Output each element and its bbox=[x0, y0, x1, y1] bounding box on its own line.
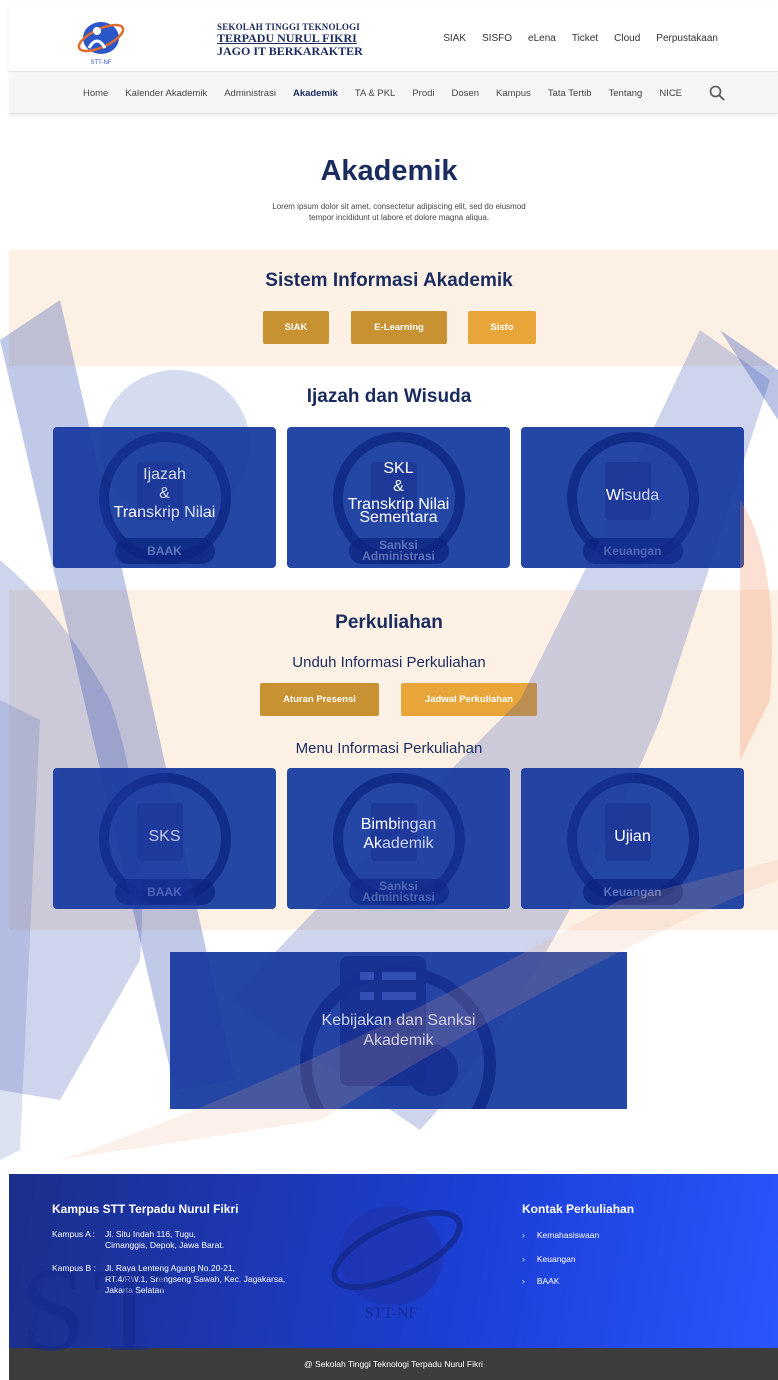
sisfo-button[interactable]: Sisfo bbox=[468, 311, 536, 344]
top-link-sisfo[interactable]: SISFO bbox=[482, 33, 512, 44]
chevron-right-icon: › bbox=[522, 1254, 525, 1264]
kebijakan-label: Kebijakan dan Sanksi Akademik bbox=[170, 952, 627, 1109]
card-wisuda[interactable]: Keuangan Wisuda bbox=[521, 427, 744, 568]
card-sks[interactable]: BAAK SKS bbox=[53, 768, 276, 909]
card-label-line: Wisuda bbox=[605, 487, 660, 504]
card-label: Ujian bbox=[521, 768, 744, 909]
nav-item-dosen[interactable]: Dosen bbox=[452, 88, 479, 99]
copyright-text: @ Sekolah Tinggi Teknologi Terpadu Nurul… bbox=[304, 1359, 483, 1369]
card-label-line: Ujian bbox=[614, 828, 651, 845]
contact-link-keuangan[interactable]: › Keuangan bbox=[522, 1254, 576, 1264]
nav-links: Home Kalender Akademik Administrasi Akad… bbox=[83, 88, 682, 99]
card-label-line: Bimbingan bbox=[360, 815, 437, 833]
footer-campus-title: Kampus STT Terpadu Nurul Fikri bbox=[52, 1202, 239, 1216]
top-links: SIAK SISFO eLena Ticket Cloud Perpustaka… bbox=[443, 33, 718, 44]
footer-watermark-letters: ST bbox=[20, 1243, 173, 1376]
contact-link-baak[interactable]: › BAAK bbox=[522, 1276, 560, 1286]
card-ujian[interactable]: Keuangan Ujian bbox=[521, 768, 744, 909]
card-ijazah-transkrip[interactable]: BAAK Ijazah & Transkrip Nilai bbox=[53, 427, 276, 568]
school-name: SEKOLAH TINGGI TEKNOLOGI TERPADU NURUL F… bbox=[217, 22, 363, 59]
sia-title: Sistem Informasi Akademik bbox=[265, 270, 513, 291]
contact-label: BAAK bbox=[536, 1276, 560, 1286]
page-subtitle: Lorem ipsum dolor sit amet, consectetur … bbox=[272, 202, 526, 222]
nav-item-kalender-akademik[interactable]: Kalender Akademik bbox=[125, 88, 207, 99]
perkuliahan-title: Perkuliahan bbox=[335, 612, 443, 633]
campus-a-key: Kampus A : bbox=[52, 1229, 95, 1239]
logo-text: STT-NF bbox=[91, 60, 112, 66]
card-label-line: Transkrip Nilai bbox=[113, 504, 216, 521]
school-tagline: JAGO IT BERKARAKTER bbox=[217, 44, 363, 59]
search-icon[interactable] bbox=[709, 85, 725, 101]
card-skl-transkrip-sementara[interactable]: Sanksi Administrasi SKL & Transkrip Nila… bbox=[287, 427, 510, 568]
e-learning-button[interactable]: E-Learning bbox=[351, 311, 447, 344]
card-label: Ijazah & Transkrip Nilai bbox=[53, 427, 276, 568]
card-label: Wisuda bbox=[521, 427, 744, 568]
nav-item-administrasi[interactable]: Administrasi bbox=[224, 88, 276, 99]
card-label-line: Ijazah bbox=[143, 466, 186, 483]
card-label: SKL & Transkrip Nilai Sementara bbox=[287, 427, 510, 568]
contact-label: Keuangan bbox=[536, 1254, 576, 1264]
card-label: SKS bbox=[53, 768, 276, 909]
footer-logo-watermark: STT-NF bbox=[331, 1206, 463, 1322]
sia-section bbox=[9, 250, 778, 366]
menu-informasi-title: Menu Informasi Perkuliahan bbox=[295, 740, 483, 757]
top-link-ticket[interactable]: Ticket bbox=[572, 33, 598, 44]
nav-item-home[interactable]: Home bbox=[83, 88, 108, 99]
contact-label: Kemahasiswaan bbox=[536, 1230, 600, 1240]
siak-button[interactable]: SIAK bbox=[263, 311, 329, 344]
policy-label-line: Kebijakan dan Sanksi bbox=[321, 1011, 476, 1029]
top-link-perpustakaan[interactable]: Perpustakaan bbox=[656, 33, 718, 44]
policy-label-line: Akademik bbox=[363, 1031, 434, 1049]
card-bimbingan-akademik[interactable]: Sanksi Administrasi Bimbingan Akademik bbox=[287, 768, 510, 909]
jadwal-perkuliahan-button[interactable]: Jadwal Perkuliahan bbox=[401, 683, 537, 716]
kebijakan-sanksi-card[interactable]: Kebijakan dan Sanksi Akademik bbox=[170, 952, 627, 1109]
nav-item-kampus[interactable]: Kampus bbox=[496, 88, 531, 99]
card-label-line: SKL bbox=[383, 460, 414, 477]
main-nav: Home Kalender Akademik Administrasi Akad… bbox=[9, 73, 778, 114]
top-link-elena[interactable]: eLena bbox=[528, 33, 556, 44]
top-link-siak[interactable]: SIAK bbox=[443, 33, 466, 44]
chevron-right-icon: › bbox=[522, 1230, 525, 1240]
ijazah-section-title: Ijazah dan Wisuda bbox=[306, 386, 472, 407]
aturan-presensi-button[interactable]: Aturan Presensi bbox=[260, 683, 379, 716]
card-label-line: Akademik bbox=[363, 834, 434, 852]
stt-nf-logo[interactable]: STT-NF bbox=[75, 18, 127, 66]
card-label: Bimbingan Akademik bbox=[287, 768, 510, 909]
nav-item-tentang[interactable]: Tentang bbox=[609, 88, 643, 99]
address-line: Jl. Situ Indah 116, Tugu, bbox=[105, 1229, 197, 1239]
nav-item-akademik[interactable]: Akademik bbox=[293, 88, 338, 99]
nav-item-prodi[interactable]: Prodi bbox=[412, 88, 434, 99]
unduh-title: Unduh Informasi Perkuliahan bbox=[292, 654, 486, 671]
top-header: STT-NF SEKOLAH TINGGI TEKNOLOGI TERPADU … bbox=[9, 6, 778, 72]
top-link-cloud[interactable]: Cloud bbox=[614, 33, 640, 44]
contact-link-kemahasiswaan[interactable]: › Kemahasiswaan bbox=[522, 1230, 599, 1240]
nav-item-tata-tertib[interactable]: Tata Tertib bbox=[548, 88, 592, 99]
nav-item-ta-pkl[interactable]: TA & PKL bbox=[355, 88, 395, 99]
footer-logo-text: STT-NF bbox=[365, 1305, 418, 1322]
card-label-line: & bbox=[393, 478, 404, 495]
footer-contact-title: Kontak Perkuliahan bbox=[522, 1202, 635, 1216]
card-label-line: SKS bbox=[148, 828, 181, 845]
card-label-line: Sementara bbox=[359, 509, 438, 526]
chevron-right-icon: › bbox=[522, 1276, 525, 1286]
nav-item-nice[interactable]: NICE bbox=[659, 88, 682, 99]
page-title: Akademik bbox=[320, 155, 458, 187]
card-label-line: & bbox=[159, 485, 170, 502]
